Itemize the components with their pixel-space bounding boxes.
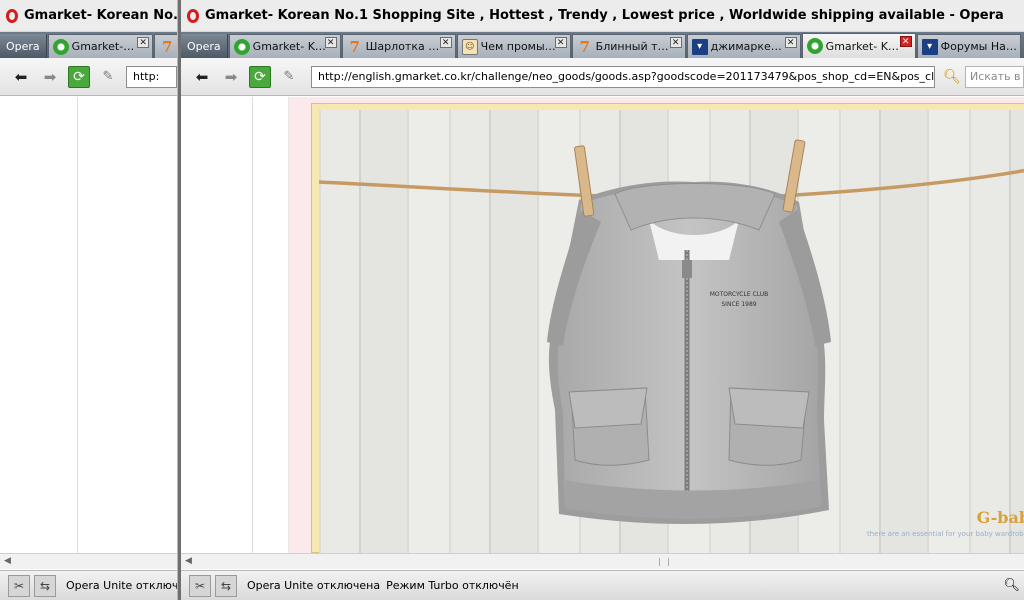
vk-icon: ▾ [691,38,708,55]
tools-icon[interactable]: ✂ [8,574,30,597]
tab-label: Gmarket- K… [252,40,326,53]
side-panel [181,97,253,553]
search-field[interactable]: Искать в П [965,65,1024,88]
gmarket-icon: G [52,38,69,55]
close-tab-icon[interactable]: ✕ [439,37,452,48]
product-image-frame: MOTORCYCLE CLUB SINCE 1989 G-bab there a… [311,103,1024,554]
reload-icon[interactable]: ⟳ [68,65,90,88]
reload-icon[interactable]: ⟳ [249,65,271,88]
scroll-left-icon[interactable]: ◀ [185,556,192,566]
status-bar: ✂ ⇆ Opera Unite отключена [0,570,177,600]
gmarket-icon: G [233,38,250,55]
tab-label: джимарке… [710,40,782,53]
window-title: Gmarket- Korean No.1 S [24,8,177,23]
tab-blinny[interactable]: 7 Блинный т… ✕ [571,34,686,58]
navigation-bar: ⬅ ➡ ⟳ ✎ http://english.gmarket.co.kr/cha… [181,58,1024,96]
edit-pencil-icon[interactable]: ✎ [97,66,119,88]
tab-label: Чем промы… [480,40,556,53]
tab-label: Блинный т… [595,40,669,53]
zoom-search-icon[interactable]: 🔍︎ [1003,578,1020,593]
back-arrow-icon[interactable]: ⬅ [10,66,32,88]
tab-sharlotka[interactable]: 7 Шарлотка … ✕ [341,34,456,58]
horizontal-scrollbar[interactable]: ◀ [181,553,1024,569]
close-tab-icon[interactable]: ✕ [899,36,912,47]
back-arrow-icon[interactable]: ⬅ [191,66,213,88]
opera-logo-icon [6,8,18,23]
edit-pencil-icon[interactable]: ✎ [278,66,300,88]
unite-icon[interactable]: ⇆ [34,574,56,597]
unite-icon[interactable]: ⇆ [215,574,237,597]
vk-icon: ▾ [921,38,938,55]
forward-arrow-icon[interactable]: ➡ [220,66,242,88]
vest-illustration: MOTORCYCLE CLUB SINCE 1989 [319,139,1024,525]
tab-gmarket-active[interactable]: G Gmarket- K… ✕ [801,33,916,58]
forward-arrow-icon[interactable]: ➡ [39,66,61,88]
scroll-thumb-grip[interactable] [659,558,669,566]
clothespin [574,145,595,217]
face-icon: ☺ [461,38,478,55]
turbo-status[interactable]: Режим Turbo отключён [386,579,519,592]
tab-chem-promy[interactable]: ☺ Чем промы… ✕ [456,34,571,58]
tab-label: Gmarket-… [71,40,135,53]
vest-embroidery-bottom: SINCE 1989 [721,301,756,308]
tab-bar: Opera G Gmarket- K… ✕ 7 Шарлотка … ✕ ☺ Ч… [181,32,1024,58]
opera-logo-icon [187,8,199,23]
seven-icon: 7 [349,37,360,56]
close-tab-icon[interactable]: ✕ [554,37,567,48]
seven-icon: 7 [161,37,173,56]
status-bar: ✂ ⇆ Opera Unite отключена Режим Turbo от… [181,570,1024,600]
close-tab-icon[interactable]: ✕ [137,37,150,48]
search-engine-icon[interactable]: 🔍︎ [939,66,965,88]
page-content: MOTORCYCLE CLUB SINCE 1989 G-bab there a… [289,97,1024,554]
address-field[interactable]: http://english.gmarket.co.kr/challenge/n… [311,65,935,88]
side-panel-strip [253,97,289,553]
seven-icon: 7 [579,37,590,56]
scroll-left-icon[interactable]: ◀ [4,556,11,566]
tab-label: Gmarket- K… [825,39,899,53]
opera-menu-button[interactable]: Opera [0,34,47,58]
product-photo[interactable]: MOTORCYCLE CLUB SINCE 1989 G-bab there a… [319,110,1024,554]
tab-label: Шарлотка … [365,40,440,53]
address-field[interactable]: http: [126,65,177,88]
close-tab-icon[interactable]: ✕ [324,37,337,48]
unite-status[interactable]: Opera Unite отключена [66,579,177,592]
clothespin [782,139,806,213]
horizontal-scrollbar[interactable]: ◀ [0,553,177,569]
navigation-bar: ⬅ ➡ ⟳ ✎ http: [0,58,177,96]
tab-gmarket[interactable]: G Gmarket-… ✕ [47,34,154,58]
active-browser-window[interactable]: Gmarket- Korean No.1 Shopping Site , Hot… [178,0,1024,600]
unite-status[interactable]: Opera Unite отключена [247,579,380,592]
vest-embroidery-top: MOTORCYCLE CLUB [710,291,769,298]
photo-caption: there are an essential for your baby war… [866,530,1024,538]
tab-gmarket-1[interactable]: G Gmarket- K… ✕ [228,34,341,58]
window-title: Gmarket- Korean No.1 Shopping Site , Hot… [205,8,1004,23]
tab-label: Форумы На… [940,40,1017,53]
tools-icon[interactable]: ✂ [189,574,211,597]
background-browser-window[interactable]: Gmarket- Korean No.1 S Opera G Gmarket-…… [0,0,178,600]
gmarket-icon: G [806,38,823,54]
brand-watermark: G-bab [976,508,1024,527]
title-bar: Gmarket- Korean No.1 S [0,0,177,32]
title-bar: Gmarket- Korean No.1 Shopping Site , Hot… [181,0,1024,32]
tab-dzhimarket[interactable]: ▾ джимарке… ✕ [686,34,801,58]
opera-menu-button[interactable]: Opera [181,34,228,58]
tab-sharlotka[interactable]: 7 Ш [154,34,177,58]
close-tab-icon[interactable]: ✕ [784,37,797,48]
close-tab-icon[interactable]: ✕ [669,37,682,48]
tab-bar: Opera G Gmarket-… ✕ 7 Ш [0,32,177,58]
side-panel [0,97,78,553]
tab-forumy[interactable]: ▾ Форумы На… [916,34,1021,58]
